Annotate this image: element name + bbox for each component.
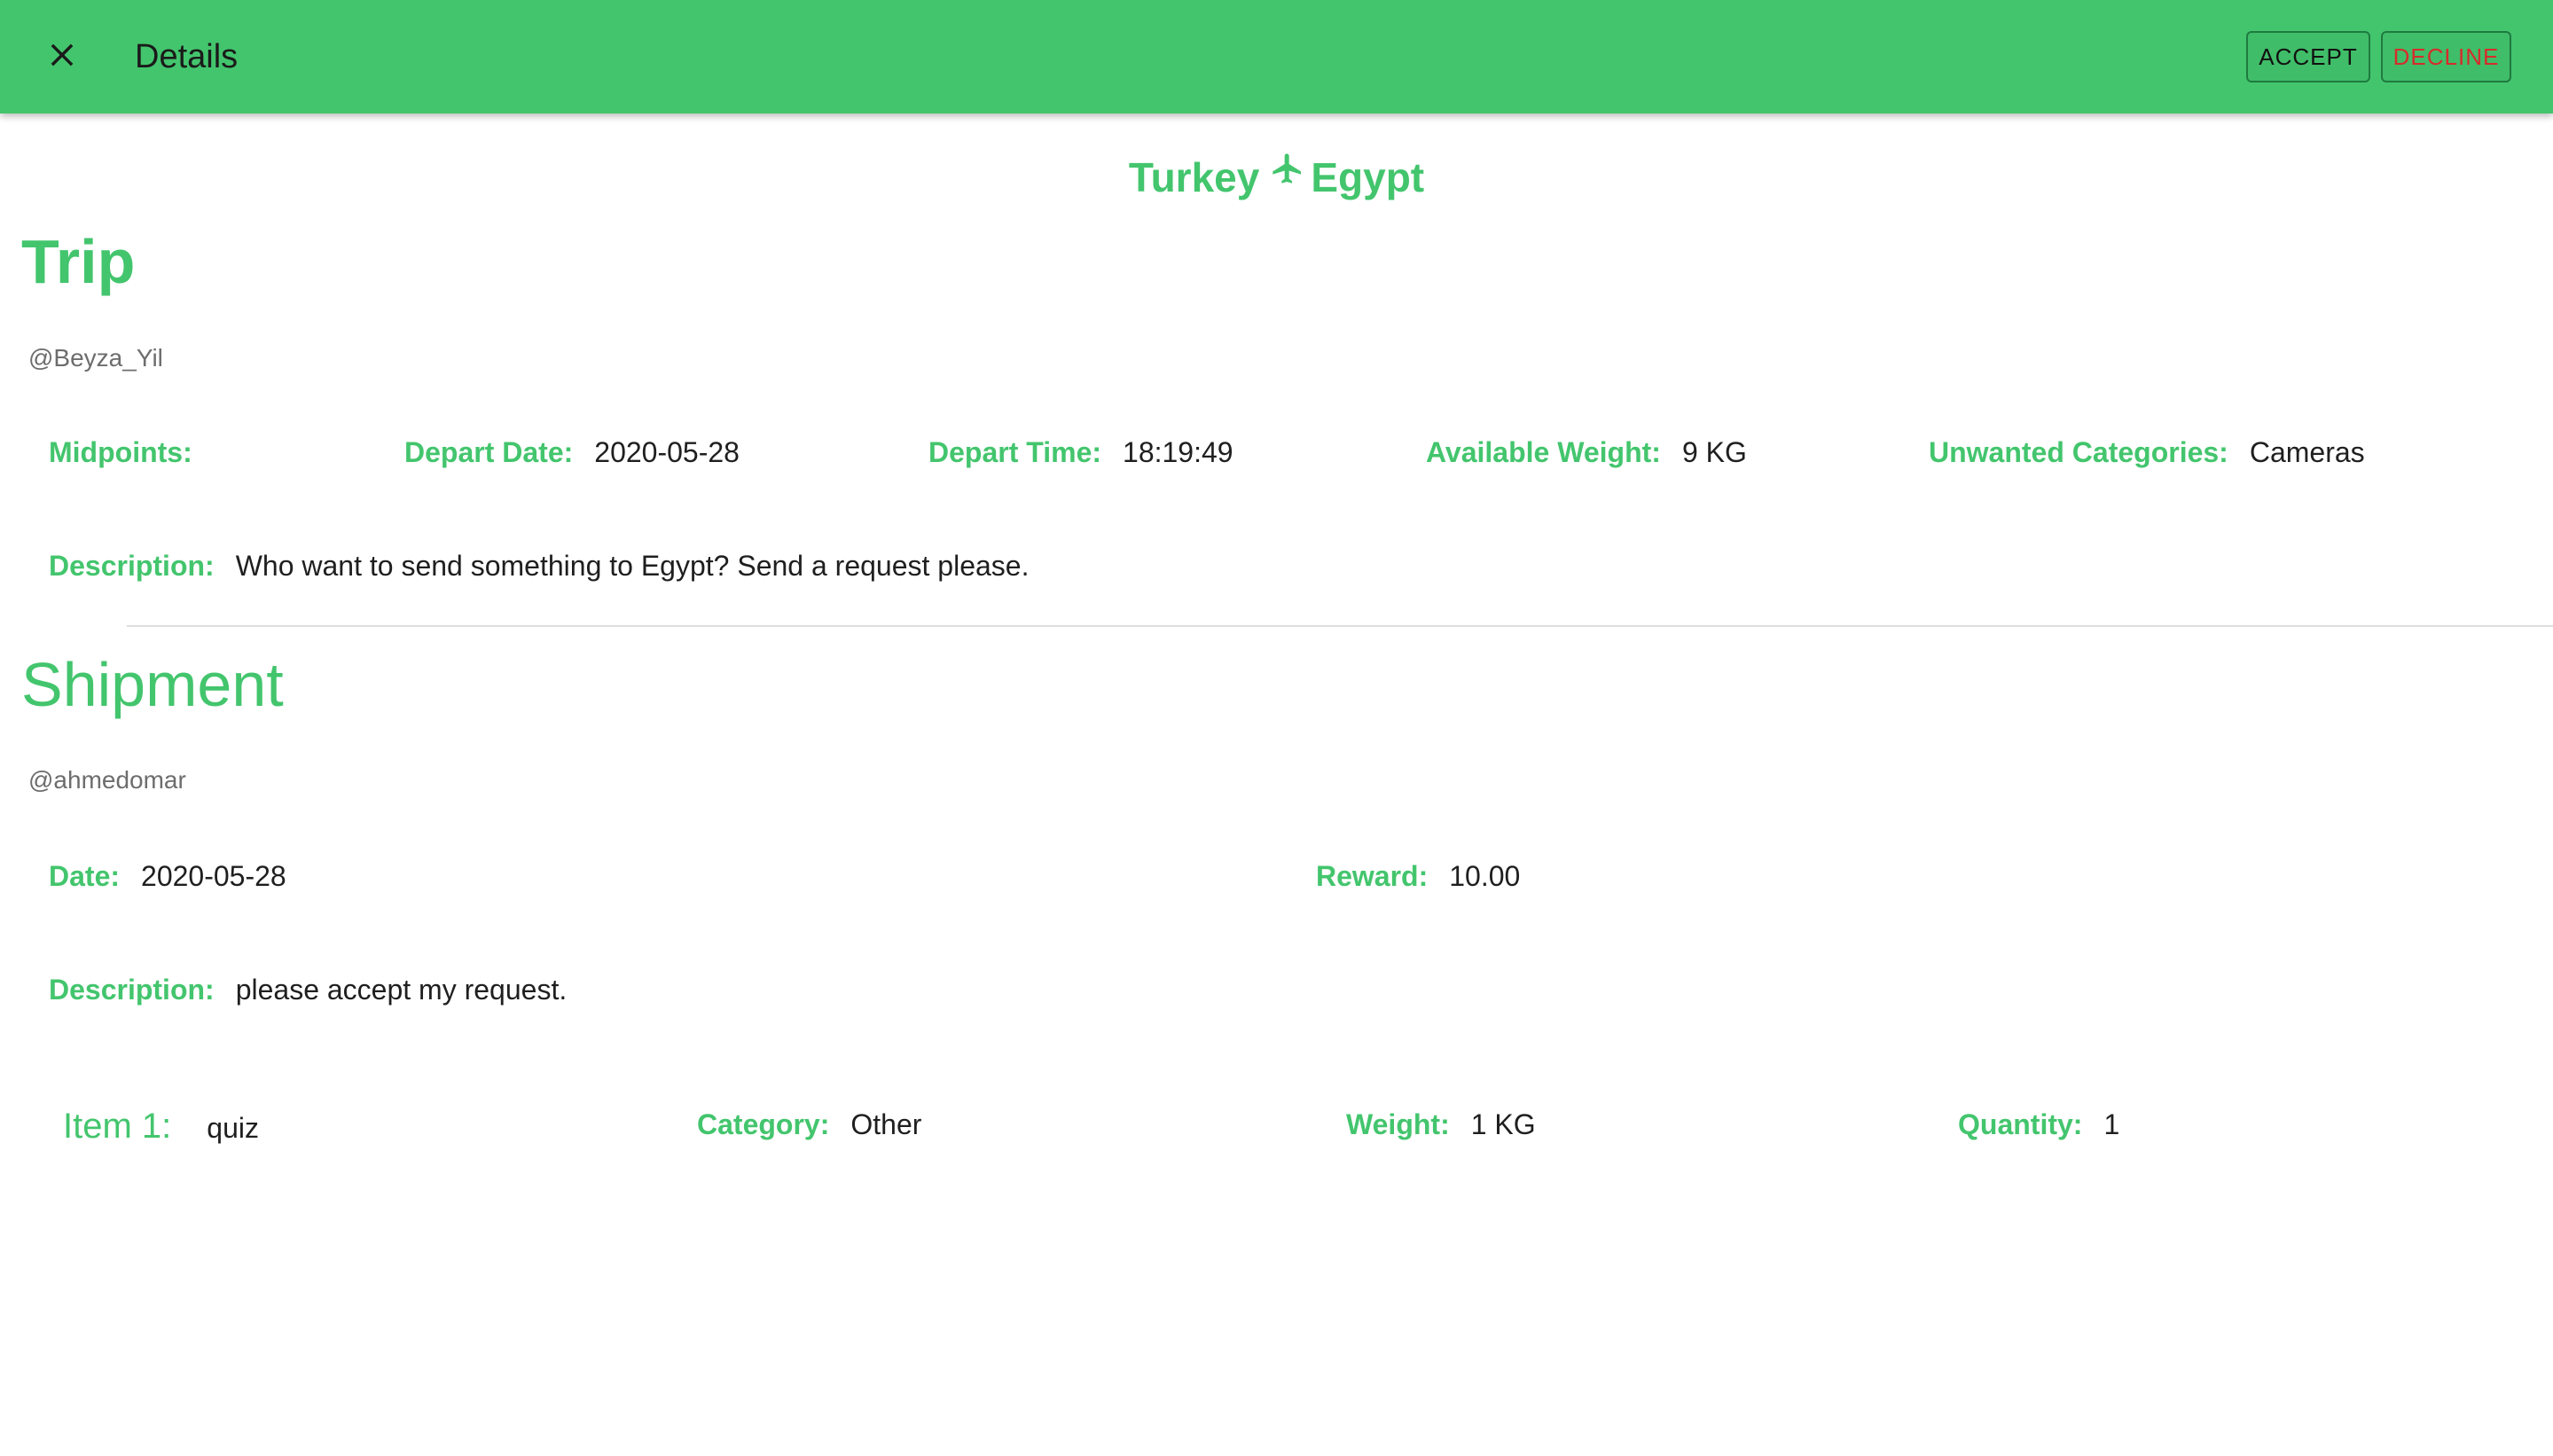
item-weight-label: Weight: <box>1346 1108 1450 1140</box>
item-category-label: Category: <box>697 1108 830 1140</box>
item-weight: Weight: 1 KG <box>1346 1108 1536 1141</box>
app-bar: Details ACCEPT DECLINE <box>0 0 2553 114</box>
depart-time-label: Depart Time: <box>928 436 1102 468</box>
trip-depart-time: Depart Time: 18:19:49 <box>928 436 1233 469</box>
item-row-name: Item 1: quiz <box>63 1107 259 1147</box>
close-button[interactable] <box>35 30 89 83</box>
depart-date-label: Depart Date: <box>404 436 574 468</box>
trip-description-value: Who want to send something to Egypt? Sen… <box>235 550 1030 582</box>
trip-unwanted-categories: Unwanted Categories: Cameras <box>1929 436 2365 469</box>
shipment-section-title: Shipment <box>21 650 284 719</box>
available-weight-value: 9 KG <box>1681 436 1747 468</box>
item-name-value: quiz <box>207 1112 259 1144</box>
trip-description-label: Description: <box>49 550 215 582</box>
item-quantity-value: 1 <box>2103 1108 2120 1140</box>
reward-value: 10.00 <box>1449 860 1521 892</box>
depart-date-value: 2020-05-28 <box>594 436 740 468</box>
item-label: Item 1: <box>63 1107 172 1146</box>
shipment-reward: Reward: 10.00 <box>1316 860 1520 893</box>
shipment-date: Date: 2020-05-28 <box>49 860 286 893</box>
route-destination: Egypt <box>1311 154 1425 200</box>
depart-time-value: 18:19:49 <box>1123 436 1233 468</box>
trip-section-title: Trip <box>21 227 136 296</box>
reward-label: Reward: <box>1316 860 1429 892</box>
accept-button[interactable]: ACCEPT <box>2246 31 2370 82</box>
available-weight-label: Available Weight: <box>1426 436 1661 468</box>
airplane-icon <box>1270 151 1305 186</box>
shipment-date-value: 2020-05-28 <box>141 860 286 892</box>
section-divider <box>127 625 2553 627</box>
shipment-description: Description: please accept my request. <box>49 974 567 1006</box>
route-origin: Turkey <box>1128 154 1260 200</box>
trip-depart-date: Depart Date: 2020-05-28 <box>404 436 740 469</box>
item-weight-value: 1 KG <box>1470 1108 1536 1140</box>
unwanted-categories-label: Unwanted Categories: <box>1929 436 2228 468</box>
route-heading: Turkey Egypt <box>0 149 2553 206</box>
trip-available-weight: Available Weight: 9 KG <box>1426 436 1747 469</box>
unwanted-categories-value: Cameras <box>2249 436 2365 468</box>
shipment-username[interactable]: @ahmedomar <box>28 766 186 795</box>
close-icon <box>47 40 77 74</box>
trip-description: Description: Who want to send something … <box>49 550 1029 583</box>
item-category-value: Other <box>850 1108 922 1140</box>
item-category: Category: Other <box>697 1108 921 1141</box>
decline-button[interactable]: DECLINE <box>2381 31 2511 82</box>
shipment-date-label: Date: <box>49 860 121 892</box>
page-title: Details <box>135 38 239 75</box>
item-quantity: Quantity: 1 <box>1958 1108 2119 1141</box>
item-quantity-label: Quantity: <box>1958 1108 2083 1140</box>
trip-username[interactable]: @Beyza_Yil <box>28 344 163 372</box>
midpoints-label: Midpoints: <box>49 436 192 468</box>
shipment-description-label: Description: <box>49 974 215 1006</box>
shipment-description-value: please accept my request. <box>235 974 568 1006</box>
trip-midpoints: Midpoints: <box>49 436 214 469</box>
